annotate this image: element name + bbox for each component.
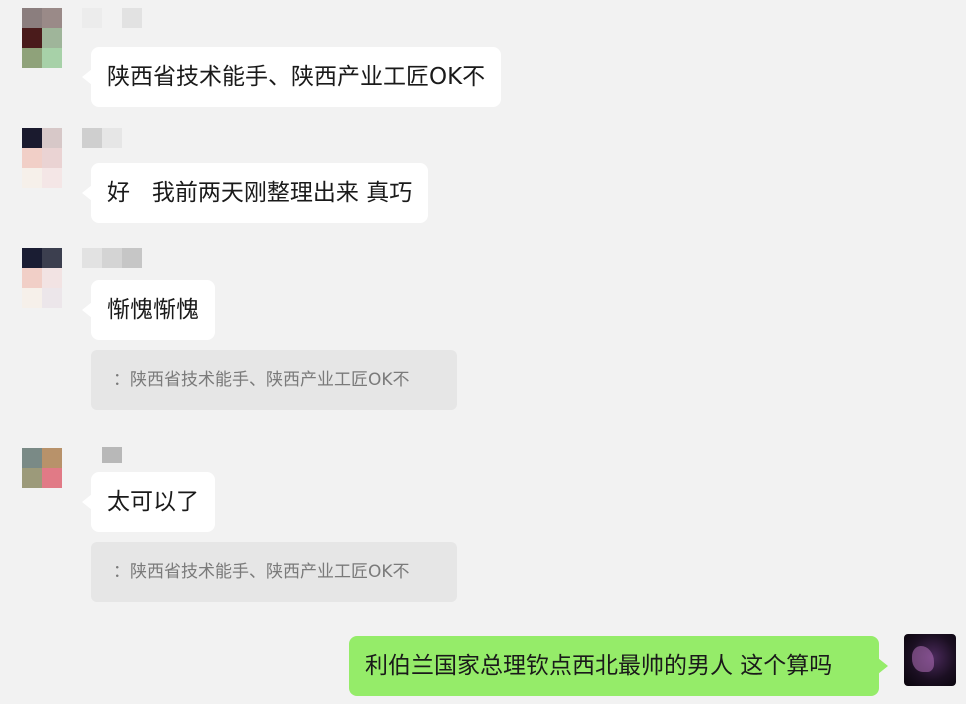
avatar-sender-1[interactable]	[22, 8, 62, 68]
message-bubble-4[interactable]: 太可以了	[82, 472, 215, 532]
quoted-reply-3[interactable]: ：陕西省技术能手、陕西产业工匠OK不	[91, 350, 457, 410]
message-bubble-own[interactable]: 利伯兰国家总理钦点西北最帅的男人 这个算吗	[349, 636, 888, 696]
sender-name-4	[102, 447, 122, 467]
avatar-sender-2[interactable]	[22, 128, 62, 188]
message-bubble-1[interactable]: 陕西省技术能手、陕西产业工匠OK不	[81, 47, 502, 107]
sender-name-2	[82, 128, 122, 148]
sender-name-3	[82, 248, 142, 268]
quoted-reply-4[interactable]: ：陕西省技术能手、陕西产业工匠OK不	[91, 542, 457, 602]
avatar-sender-3[interactable]	[22, 248, 62, 308]
avatar-self[interactable]	[904, 634, 956, 686]
message-bubble-2[interactable]: 好 我前两天刚整理出来 真巧	[81, 163, 429, 223]
avatar-sender-4[interactable]	[22, 448, 62, 488]
sender-name-1	[82, 8, 142, 28]
message-bubble-3[interactable]: 惭愧惭愧	[82, 280, 215, 340]
